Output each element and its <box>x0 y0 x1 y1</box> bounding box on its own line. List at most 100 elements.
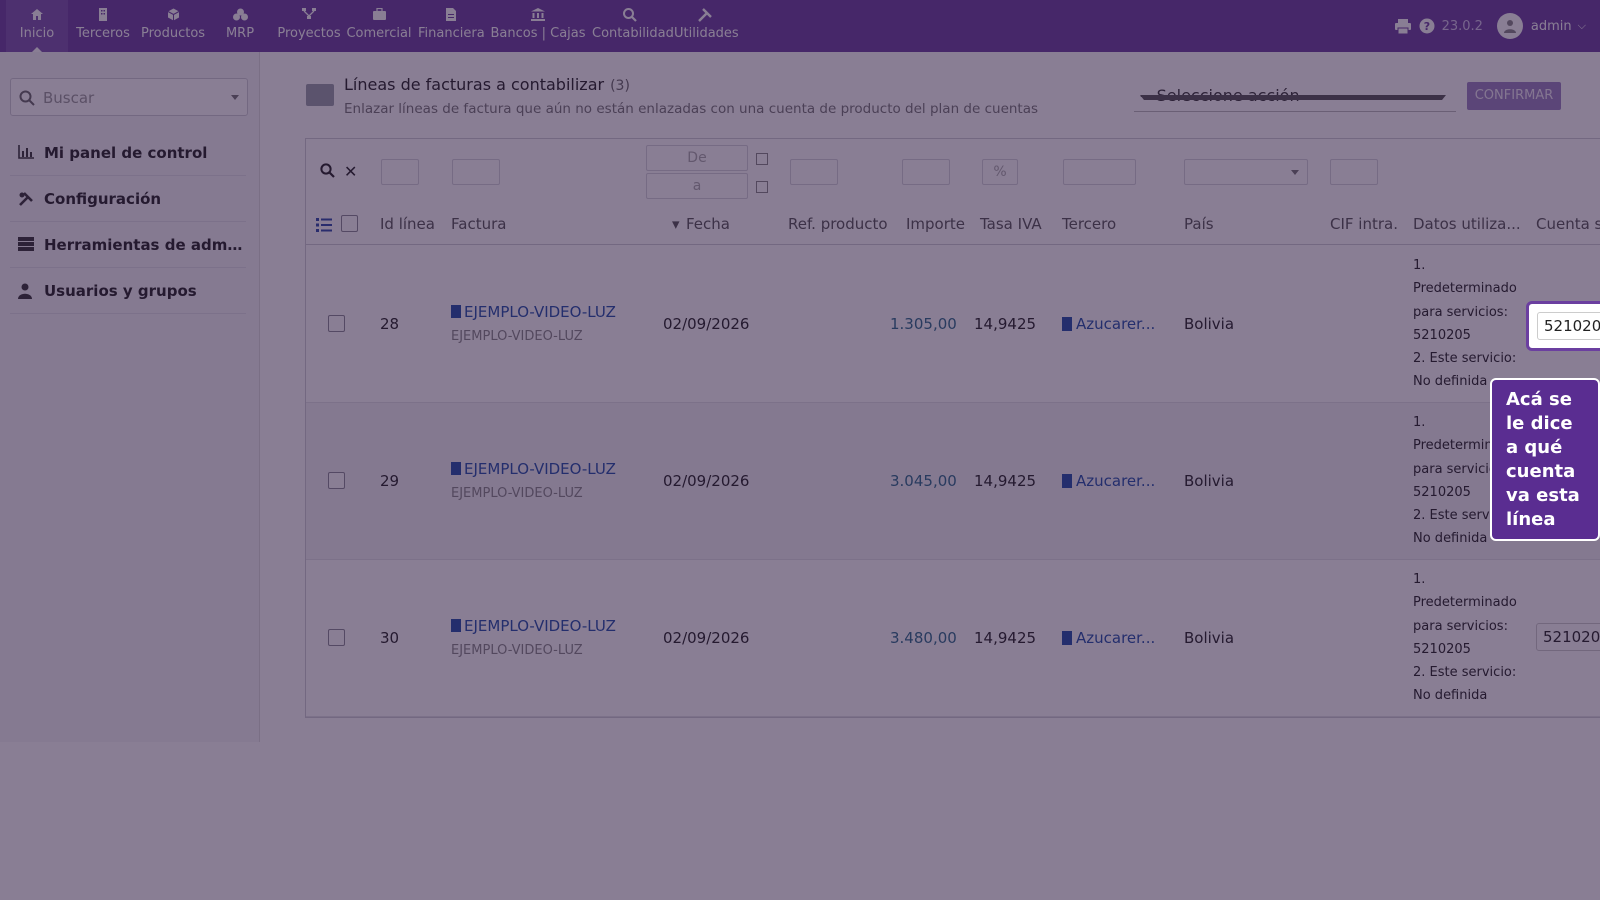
col-header-fecha[interactable]: Fecha <box>686 215 730 233</box>
sitemap-icon <box>301 8 317 22</box>
datos-line: Predeterminado <box>1413 595 1517 611</box>
menu-item-productos[interactable]: Productos <box>138 0 208 52</box>
sidebar-item-usuarios[interactable]: Usuarios y grupos <box>10 268 246 314</box>
invoice-ref: EJEMPLO-VIDEO-LUZ <box>464 460 616 478</box>
col-header-tasa-iva[interactable]: Tasa IVA <box>980 215 1042 233</box>
filter-invoice-input[interactable] <box>452 159 500 185</box>
cubes-icon <box>232 8 248 22</box>
sidebar-item-configuracion[interactable]: Configuración <box>10 176 246 222</box>
help-icon[interactable]: ? <box>1418 17 1436 35</box>
filter-cif-input[interactable] <box>1330 159 1378 185</box>
printer-icon[interactable] <box>1394 17 1412 35</box>
col-header-factura[interactable]: Factura <box>451 215 506 233</box>
col-header-importe[interactable]: Importe <box>906 215 965 233</box>
building-icon <box>1062 474 1072 488</box>
account-input[interactable]: 5210205 <box>1537 312 1600 340</box>
tutorial-tooltip: Acá se le dice a qué cuenta va esta líne… <box>1490 378 1600 541</box>
datos-line: 2. Este servicio: <box>1413 351 1517 367</box>
tools-icon <box>18 191 34 207</box>
filter-vat-input[interactable]: % <box>982 159 1018 185</box>
filter-ref-input[interactable] <box>790 159 838 185</box>
menu-item-financiera[interactable]: Financiera <box>418 0 485 52</box>
filter-date-from-input[interactable]: De <box>646 145 748 171</box>
cube-icon <box>165 8 181 22</box>
cell-vat: 14,9425 <box>974 472 1037 490</box>
filter-amount-input[interactable] <box>902 159 950 185</box>
row-checkbox[interactable] <box>328 472 345 489</box>
row-checkbox[interactable] <box>328 629 345 646</box>
col-header-tercero[interactable]: Tercero <box>1062 215 1116 233</box>
page-title-text: Líneas de facturas a contabilizar <box>344 75 605 94</box>
file-icon <box>451 619 461 632</box>
datos-line: para servicios: <box>1413 618 1508 634</box>
table-row: 29 EJEMPLO-VIDEO-LUZ EJEMPLO-VIDEO-LUZ 0… <box>306 403 1600 560</box>
sidebar: Buscar Mi panel de control Configuración… <box>0 52 260 742</box>
menu-item-utilidades[interactable]: Utilidades <box>674 0 739 52</box>
cell-date: 02/09/2026 <box>663 629 750 647</box>
mass-action-select[interactable]: -- Seleccione acción -- <box>1134 82 1456 112</box>
filter-third-input[interactable] <box>1063 159 1136 185</box>
file-icon <box>451 305 461 318</box>
col-header-cif[interactable]: CIF intra. <box>1330 215 1398 233</box>
col-header-id[interactable]: Id línea <box>380 215 435 233</box>
col-header-cuenta[interactable]: Cuenta su <box>1536 215 1600 233</box>
menu-item-contabilidad[interactable]: Contabilidad <box>592 0 674 52</box>
invoice-list-icon <box>306 84 334 106</box>
sidebar-item-herramientas[interactable]: Herramientas de administración <box>10 222 246 268</box>
sidebar-item-panel[interactable]: Mi panel de control <box>10 130 246 176</box>
filter-id-input[interactable] <box>381 159 419 185</box>
row-checkbox[interactable] <box>328 315 345 332</box>
invoice-link[interactable]: EJEMPLO-VIDEO-LUZ <box>451 303 616 321</box>
col-header-datos[interactable]: Datos utiliza... <box>1413 215 1521 233</box>
building-icon <box>95 8 111 22</box>
invoice-link[interactable]: EJEMPLO-VIDEO-LUZ <box>451 460 616 478</box>
cell-datos: 1. Predeterminado para servicios: 521020… <box>1413 568 1533 708</box>
calendar-icon[interactable] <box>756 181 768 193</box>
menu-item-label: Financiera <box>418 26 485 41</box>
invoice-sub: EJEMPLO-VIDEO-LUZ <box>451 643 583 658</box>
col-header-pais[interactable]: País <box>1184 215 1214 233</box>
menu-item-label: MRP <box>225 26 255 41</box>
sidebar-search-input[interactable]: Buscar <box>10 78 248 116</box>
datos-line: Predeterminado <box>1413 281 1517 297</box>
server-icon <box>18 237 34 253</box>
filter-country-select[interactable] <box>1184 159 1308 185</box>
account-input[interactable]: 5210205 <box>1536 623 1600 651</box>
user-name[interactable]: admin <box>1531 19 1572 34</box>
menu-item-comercial[interactable]: Comercial <box>346 0 412 52</box>
building-icon <box>1062 631 1072 645</box>
cell-amount: 3.480,00 <box>890 629 957 647</box>
col-header-ref[interactable]: Ref. producto <box>788 215 888 233</box>
confirm-button[interactable]: CONFIRMAR <box>1467 82 1561 110</box>
cell-datos: 1. Predeterminado para servicios: 521020… <box>1413 254 1533 394</box>
menu-item-bancos-cajas[interactable]: Bancos | Cajas <box>490 0 586 52</box>
avatar[interactable] <box>1496 13 1523 39</box>
search-placeholder: Buscar <box>43 89 95 107</box>
cell-vat: 14,9425 <box>974 315 1037 333</box>
menu-item-proyectos[interactable]: Proyectos <box>276 0 342 52</box>
menu-item-mrp[interactable]: MRP <box>214 0 266 52</box>
tools-icon <box>697 8 713 22</box>
top-navbar: Inicio Terceros Productos MRP Proyectos … <box>0 0 1600 52</box>
menu-item-label: Comercial <box>346 26 412 41</box>
third-party-link[interactable]: Azucarer... <box>1062 472 1155 490</box>
briefcase-icon <box>371 7 387 22</box>
menu-item-terceros[interactable]: Terceros <box>72 0 134 52</box>
clear-filter-icon[interactable]: ✕ <box>344 162 357 181</box>
filter-date-to-input[interactable]: a <box>646 173 748 199</box>
record-count: (3) <box>610 78 630 94</box>
cell-id: 30 <box>380 629 400 647</box>
menu-item-label: Terceros <box>76 26 130 41</box>
menu-item-inicio[interactable]: Inicio <box>6 0 68 52</box>
datos-line: 5210205 <box>1413 327 1471 343</box>
datos-line: 1. <box>1413 258 1426 273</box>
calendar-icon[interactable] <box>756 153 768 165</box>
invoice-link[interactable]: EJEMPLO-VIDEO-LUZ <box>451 617 616 635</box>
search-dollar-icon <box>622 8 638 22</box>
search-icon[interactable] <box>320 163 335 182</box>
select-all-checkbox[interactable] <box>341 215 358 232</box>
third-party-link[interactable]: Azucarer... <box>1062 315 1155 333</box>
list-options-icon[interactable] <box>316 217 332 236</box>
third-party-link[interactable]: Azucarer... <box>1062 629 1155 647</box>
chevron-down-icon[interactable]: ⌵ <box>1578 19 1586 33</box>
